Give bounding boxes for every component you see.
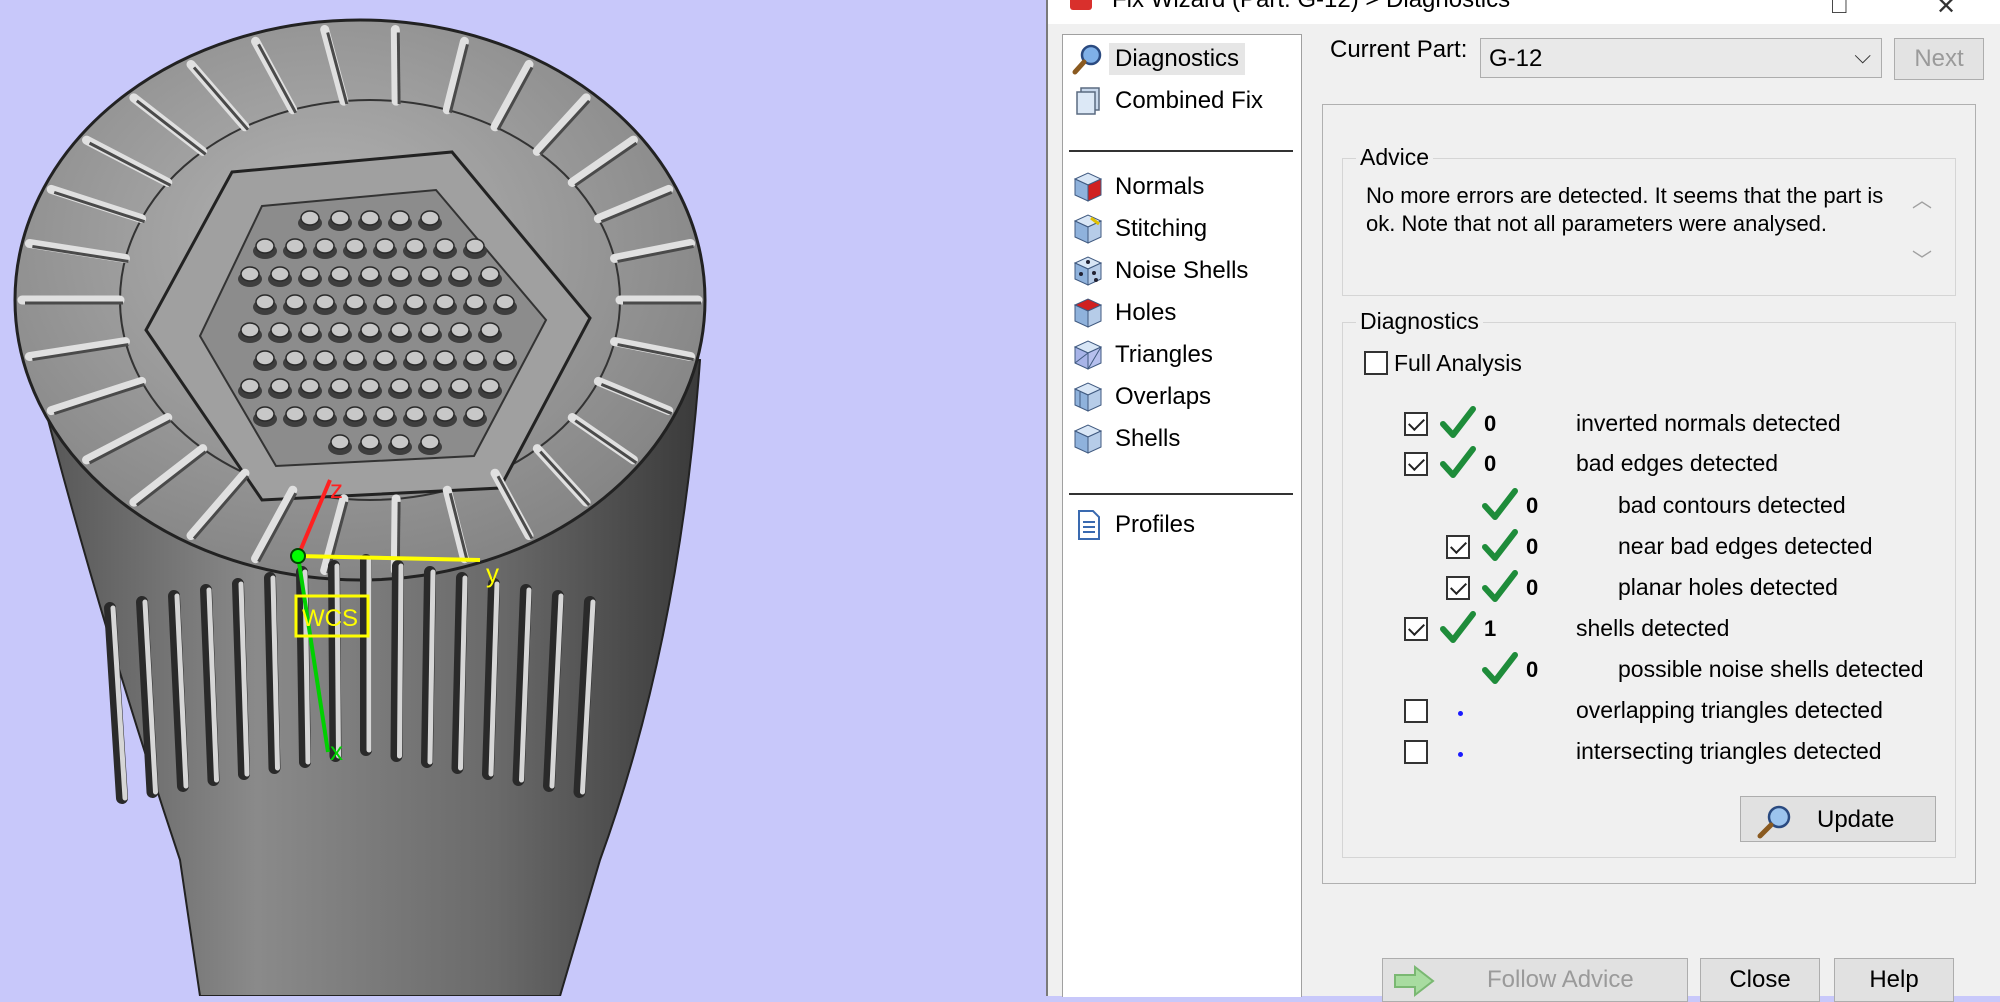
check-mark-icon (1482, 488, 1518, 520)
shells-cube-icon (1073, 424, 1103, 454)
overlaps-cube-icon (1073, 382, 1103, 412)
holes-cube-icon (1073, 298, 1103, 328)
near-bad-edges-count: 0 (1526, 534, 1539, 559)
not-analysed-dot-icon (1458, 711, 1463, 716)
axis-z-label: z (330, 474, 343, 504)
inverted-normals-label: inverted normals detected (1576, 410, 1841, 436)
planar-holes-count: 0 (1526, 575, 1539, 600)
nav-item-combined-fix[interactable]: Combined Fix (1071, 81, 1291, 121)
nav-label: Noise Shells (1115, 257, 1249, 284)
next-button[interactable]: Next (1894, 38, 1984, 80)
nav-label: Combined Fix (1115, 87, 1264, 114)
wcs-label: WCS (302, 605, 358, 632)
full-analysis-checkbox[interactable] (1364, 351, 1388, 375)
nav-label: Stitching (1115, 215, 1208, 242)
arrow-right-icon (1394, 964, 1435, 998)
nav-label: Holes (1115, 299, 1177, 326)
not-analysed-dot-icon (1458, 752, 1463, 757)
update-label: Update (1817, 806, 1895, 833)
advice-scrollbar[interactable]: ︿ ﹀ (1906, 184, 1934, 276)
check-mark-icon (1482, 570, 1518, 602)
nav-item-shells[interactable]: Shells (1071, 419, 1291, 459)
bad-edges-label: bad edges detected (1576, 450, 1779, 476)
planar-holes-label: planar holes detected (1618, 574, 1838, 600)
3d-viewport[interactable]: z y x WCS (0, 0, 1046, 996)
nav-separator (1069, 493, 1293, 495)
wizard-nav-list: Diagnostics Combined Fix Normals Stitchi… (1062, 34, 1302, 997)
title-bar[interactable]: Fix Wizard (Part: G-12) > Diagnostics □ … (1048, 0, 2000, 24)
scroll-up-icon[interactable]: ︿ (1912, 184, 1932, 213)
current-part-label: Current Part: (1330, 36, 1468, 63)
check-mark-icon (1440, 406, 1476, 438)
overlapping-triangles-label: overlapping triangles detected (1576, 697, 1883, 723)
follow-advice-button[interactable]: Follow Advice (1382, 958, 1688, 1002)
bad-edges-checkbox[interactable] (1404, 452, 1428, 476)
nav-label: Diagnostics (1109, 43, 1246, 75)
nav-label: Shells (1115, 425, 1181, 452)
scroll-down-icon[interactable]: ﹀ (1912, 244, 1932, 273)
axis-x-label: x (330, 736, 343, 766)
near-bad-edges-label: near bad edges detected (1618, 533, 1873, 559)
nav-item-overlaps[interactable]: Overlaps (1071, 377, 1291, 417)
nav-item-profiles[interactable]: Profiles (1071, 505, 1291, 545)
stitching-cube-icon (1073, 214, 1103, 244)
full-analysis-label: Full Analysis (1394, 350, 1522, 376)
advice-text: No more errors are detected. It seems th… (1366, 183, 1884, 236)
advice-title: Advice (1356, 144, 1434, 171)
document-icon (1078, 510, 1100, 540)
possible-noise-shells-count: 0 (1526, 657, 1539, 682)
chevron-down-icon: ⌵ (1854, 43, 1871, 68)
app-icon (1070, 0, 1092, 10)
nav-separator (1069, 150, 1293, 152)
window-title: Fix Wizard (Part: G-12) > Diagnostics (1112, 0, 1510, 14)
combined-fix-icon (1076, 87, 1100, 115)
intersecting-triangles-label: intersecting triangles detected (1576, 738, 1882, 764)
nav-item-noise-shells[interactable]: Noise Shells (1071, 251, 1291, 291)
nav-label: Normals (1115, 173, 1205, 200)
overlapping-triangles-checkbox[interactable] (1404, 699, 1428, 723)
check-mark-icon (1482, 652, 1518, 684)
maximize-icon[interactable]: □ (1832, 0, 1847, 20)
check-mark-icon (1440, 611, 1476, 643)
check-mark-icon (1440, 446, 1476, 478)
current-part-dropdown[interactable]: G-12 ⌵ (1480, 38, 1882, 78)
magnifier-icon (1757, 805, 1791, 839)
intersecting-triangles-checkbox[interactable] (1404, 740, 1428, 764)
possible-noise-shells-label: possible noise shells detected (1618, 656, 1924, 682)
wcs-axes: z y x WCS (290, 474, 499, 766)
shells-label: shells detected (1576, 615, 1730, 641)
nav-item-stitching[interactable]: Stitching (1071, 209, 1291, 249)
help-button[interactable]: Help (1834, 958, 1954, 1002)
noise-shells-cube-icon (1073, 256, 1103, 286)
near-bad-edges-checkbox[interactable] (1446, 535, 1470, 559)
follow-advice-label: Follow Advice (1487, 966, 1634, 993)
inverted-normals-checkbox[interactable] (1404, 412, 1428, 436)
axis-y-label: y (486, 558, 499, 588)
triangles-cube-icon (1073, 340, 1103, 370)
nav-item-normals[interactable]: Normals (1071, 167, 1291, 207)
current-part-value: G-12 (1489, 45, 1543, 72)
bad-edges-count: 0 (1484, 451, 1497, 476)
bad-contours-label: bad contours detected (1618, 492, 1846, 518)
close-button[interactable]: Close (1700, 958, 1820, 1002)
bad-contours-count: 0 (1526, 493, 1539, 518)
normals-cube-icon (1073, 172, 1103, 202)
inverted-normals-count: 0 (1484, 411, 1497, 436)
planar-holes-checkbox[interactable] (1446, 576, 1470, 600)
nav-item-diagnostics[interactable]: Diagnostics (1071, 39, 1291, 79)
nav-item-triangles[interactable]: Triangles (1071, 335, 1291, 375)
nav-item-holes[interactable]: Holes (1071, 293, 1291, 333)
check-mark-icon (1482, 529, 1518, 561)
shells-checkbox[interactable] (1404, 617, 1428, 641)
close-icon[interactable]: ✕ (1936, 0, 1956, 21)
diagnostics-title: Diagnostics (1356, 308, 1483, 335)
update-button[interactable]: Update (1740, 796, 1936, 842)
shells-count: 1 (1484, 616, 1497, 641)
nav-label: Triangles (1115, 341, 1213, 368)
nav-label: Profiles (1115, 511, 1196, 538)
magnifier-icon (1072, 44, 1102, 75)
nav-label: Overlaps (1115, 383, 1212, 410)
